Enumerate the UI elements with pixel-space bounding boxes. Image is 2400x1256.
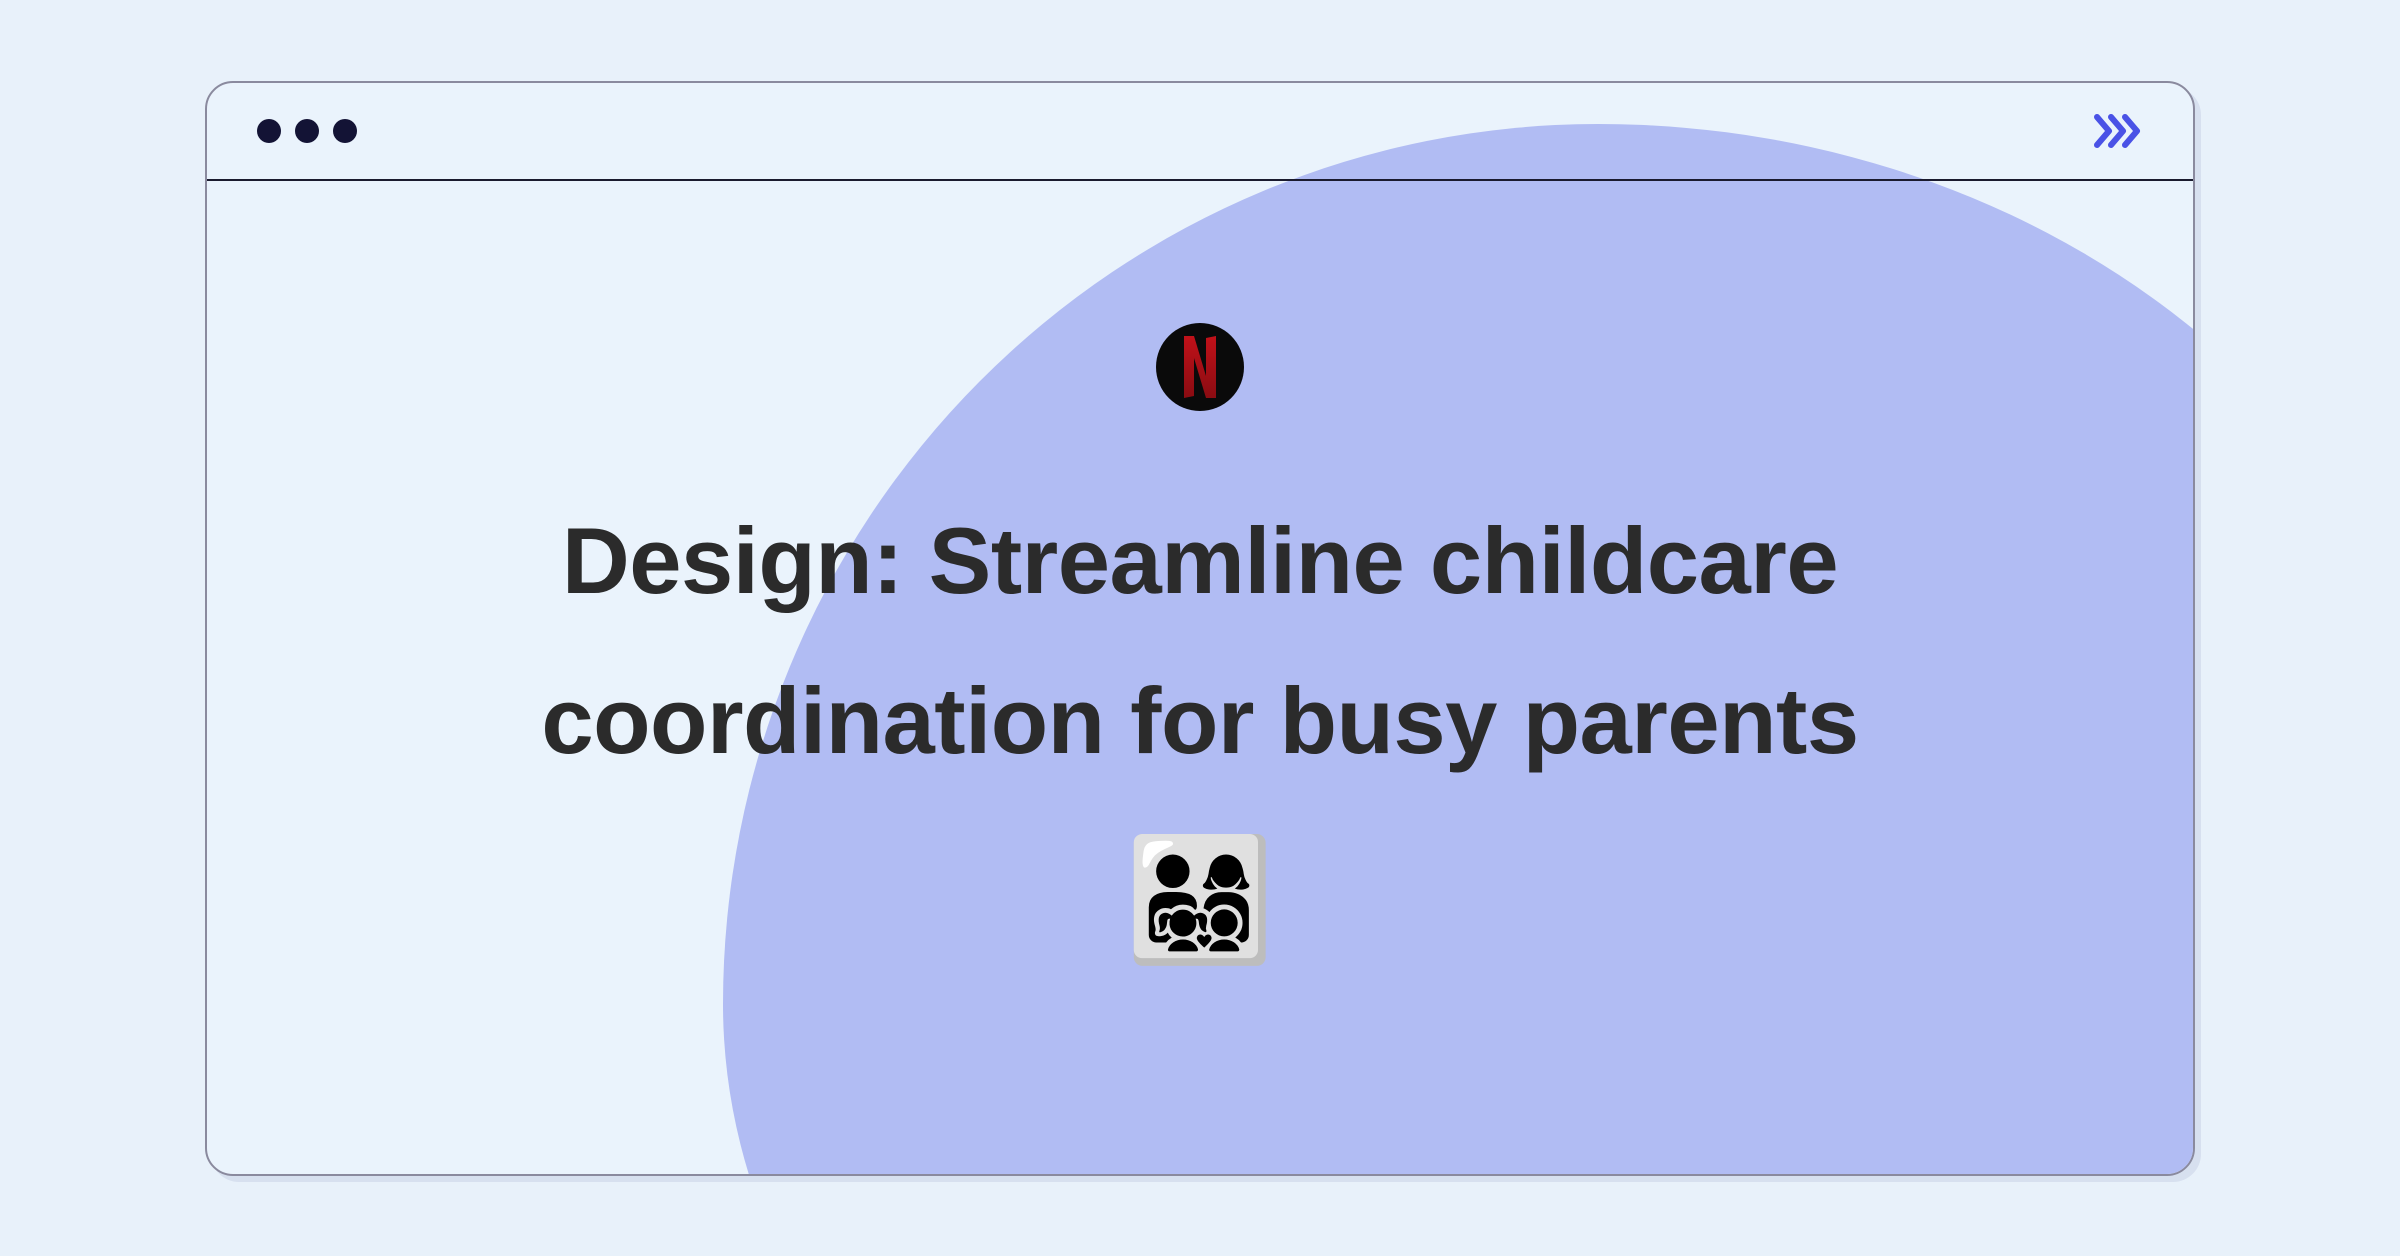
triple-chevron-right-icon[interactable]	[2093, 113, 2143, 149]
browser-window-frame: Design: Streamline childcare coordinatio…	[205, 81, 2195, 1176]
window-titlebar	[207, 83, 2193, 181]
brand-badge	[1156, 323, 1244, 411]
window-control-dot[interactable]	[333, 119, 357, 143]
window-control-dot[interactable]	[257, 119, 281, 143]
family-emoji-icon: 👨‍👩‍👧‍👦	[1125, 831, 1274, 971]
window-control-dot[interactable]	[295, 119, 319, 143]
card-content: Design: Streamline childcare coordinatio…	[207, 181, 2193, 1174]
traffic-lights	[257, 119, 357, 143]
netflix-n-icon	[1180, 336, 1220, 398]
headline-text: Design: Streamline childcare coordinatio…	[350, 481, 2050, 801]
